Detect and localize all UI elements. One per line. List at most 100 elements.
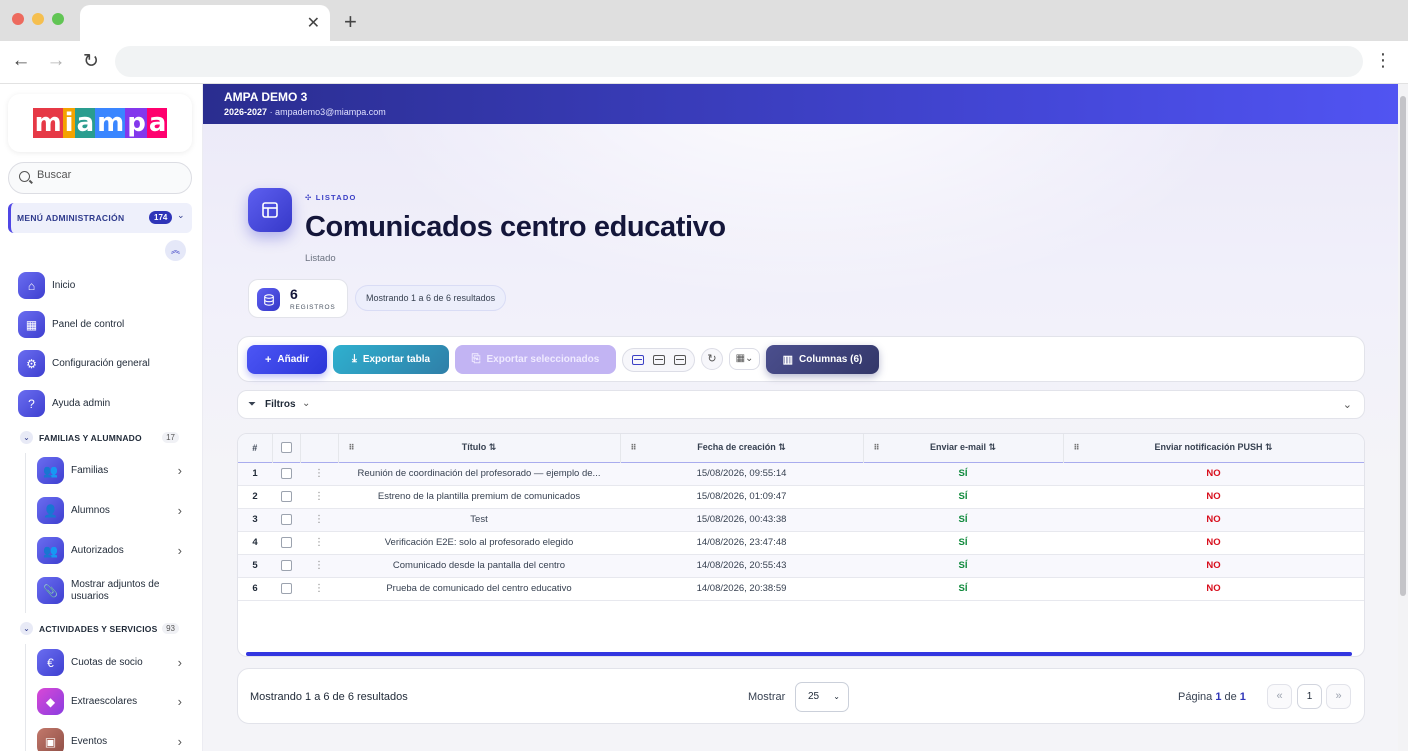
- chevron-down-icon: ⌄: [302, 398, 311, 409]
- export-selected-button[interactable]: ⎘ Exportar seleccionados: [455, 345, 616, 374]
- select-all-checkbox[interactable]: [280, 442, 292, 454]
- table-row[interactable]: 2 ⋮ Estreno de la plantilla premium de c…: [238, 485, 1364, 508]
- chevron-right-icon: ›: [177, 463, 182, 478]
- columns-button[interactable]: ▥ Columnas (6): [766, 345, 879, 374]
- page-of: de: [1221, 691, 1240, 703]
- search-box[interactable]: [8, 162, 192, 194]
- page-scrollbar[interactable]: [1398, 84, 1408, 751]
- sidebar-item-alumnos[interactable]: 👤 Alumnos ›: [37, 497, 187, 524]
- logo-letter: a: [74, 108, 96, 138]
- drag-handle-icon[interactable]: ⠿: [874, 443, 880, 452]
- filters-label: Filtros: [265, 399, 296, 410]
- sidebar-item-eventos[interactable]: ▣ Eventos ›: [37, 728, 187, 751]
- section-label: FAMILIAS Y ALUMNADO: [39, 432, 142, 443]
- density-normal-icon[interactable]: [652, 355, 665, 365]
- drag-handle-icon[interactable]: ⠿: [631, 443, 637, 452]
- url-field[interactable]: [115, 46, 1363, 77]
- cell-title: Prueba de comunicado del centro educativ…: [386, 583, 572, 594]
- page-size-value: 25: [808, 691, 820, 702]
- collapse-all-icon[interactable]: ︽: [165, 240, 186, 261]
- sidebar-item-panel-control[interactable]: ▦ Panel de control: [18, 311, 193, 338]
- table-row[interactable]: 5 ⋮ Comunicado desde la pantalla del cen…: [238, 554, 1364, 577]
- current-page-button[interactable]: 1: [1297, 684, 1322, 709]
- col-header-label: Enviar e-mail ⇅: [929, 442, 997, 453]
- window-minimize-dot[interactable]: [32, 13, 44, 25]
- window-maximize-dot[interactable]: [52, 13, 64, 25]
- sidebar-item-autorizados[interactable]: 👥 Autorizados ›: [37, 537, 187, 564]
- browser-tab[interactable]: ✕: [80, 5, 330, 41]
- cell-title: Reunión de coordinación del profesorado …: [357, 468, 601, 479]
- sidebar-item-extraescolares[interactable]: ◆ Extraescolares ›: [37, 688, 187, 715]
- row-checkbox[interactable]: [280, 582, 292, 594]
- col-header-push[interactable]: ⠿ Enviar notificación PUSH ⇅: [1063, 434, 1364, 462]
- page-size-select[interactable]: 25 ⌄: [795, 682, 849, 712]
- admin-menu-toggle[interactable]: MENÚ ADMINISTRACIÓN 174 ⌄: [8, 203, 192, 233]
- org-details: 2026-2027 · ampademo3@miampa.com: [224, 107, 386, 117]
- table-row[interactable]: 1 ⋮ Reunión de coordinación del profesor…: [238, 462, 1364, 485]
- row-checkbox[interactable]: [280, 467, 292, 479]
- drag-handle-icon[interactable]: ⠿: [349, 443, 355, 452]
- new-tab-icon[interactable]: +: [344, 9, 357, 35]
- sidebar-item-familias[interactable]: 👥 Familias ›: [37, 457, 187, 484]
- filters-bar[interactable]: ⏷ Filtros ⌄ ⌄: [237, 390, 1365, 419]
- sidebar-item-adjuntos[interactable]: 📎 Mostrar adjuntos de usuarios: [37, 577, 187, 604]
- row-checkbox[interactable]: [280, 490, 292, 502]
- sidebar: miampa MENÚ ADMINISTRACIÓN 174 ⌄ ︽ ⌂ Ini…: [0, 84, 203, 751]
- school-year: 2026-2027: [224, 107, 268, 117]
- chevron-right-icon: ›: [177, 734, 182, 749]
- row-menu-icon[interactable]: ⋮: [300, 577, 338, 600]
- sidebar-item-ayuda-admin[interactable]: ? Ayuda admin: [18, 390, 193, 417]
- row-checkbox[interactable]: [280, 559, 292, 571]
- cell-push: NO: [1206, 491, 1221, 502]
- row-menu-icon[interactable]: ⋮: [300, 485, 338, 508]
- tab-close-icon[interactable]: ✕: [307, 13, 320, 33]
- download-icon: ⤓: [351, 353, 357, 365]
- horizontal-scrollbar[interactable]: [246, 652, 1352, 656]
- calendar-icon: ▣: [37, 728, 64, 751]
- chevron-down-icon: ⌄: [177, 210, 185, 220]
- density-compact-icon[interactable]: [631, 355, 644, 365]
- row-menu-icon[interactable]: ⋮: [300, 554, 338, 577]
- table-row[interactable]: 4 ⋮ Verificación E2E: solo al profesorad…: [238, 531, 1364, 554]
- browser-menu-icon[interactable]: ⋮: [1374, 50, 1392, 71]
- add-button[interactable]: + Añadir: [247, 345, 327, 374]
- sidebar-item-inicio[interactable]: ⌂ Inicio: [18, 272, 193, 299]
- forward-icon[interactable]: →: [45, 50, 67, 72]
- density-toggle: [622, 348, 695, 372]
- cell-email: SÍ: [958, 514, 968, 525]
- columns-button-label: Columnas (6): [799, 354, 863, 365]
- export-table-button[interactable]: ⤓ Exportar tabla: [333, 345, 449, 374]
- row-checkbox[interactable]: [280, 536, 292, 548]
- chevron-down-icon[interactable]: ⌄: [1343, 398, 1352, 411]
- row-checkbox[interactable]: [280, 513, 292, 525]
- section-familias-alumnado[interactable]: ⌄ FAMILIAS Y ALUMNADO 17: [20, 431, 185, 444]
- reload-icon[interactable]: ↻: [80, 50, 102, 73]
- main-content: AMPA DEMO 3 2026-2027 · ampademo3@miampa…: [203, 84, 1398, 751]
- prev-page-button[interactable]: «: [1267, 684, 1292, 709]
- browser-tab-bar: ✕ +: [0, 0, 1408, 41]
- back-icon[interactable]: ←: [10, 50, 32, 72]
- col-header-created[interactable]: ⠿ Fecha de creación ⇅: [620, 434, 864, 462]
- section-actividades-servicios[interactable]: ⌄ ACTIVIDADES Y SERVICIOS 93: [20, 622, 185, 635]
- row-menu-icon[interactable]: ⋮: [300, 462, 338, 485]
- scrollbar-thumb[interactable]: [1400, 96, 1406, 596]
- logo-card[interactable]: miampa: [8, 94, 192, 152]
- row-menu-icon[interactable]: ⋮: [300, 531, 338, 554]
- table-row[interactable]: 6 ⋮ Prueba de comunicado del centro educ…: [238, 577, 1364, 600]
- search-input[interactable]: [37, 169, 187, 181]
- grid-view-icon[interactable]: ▦⌄: [729, 348, 760, 370]
- col-header-label: Título ⇅: [461, 442, 497, 453]
- col-header-title[interactable]: ⠿ Título ⇅: [338, 434, 621, 462]
- sidebar-item-cuotas[interactable]: € Cuotas de socio ›: [37, 649, 187, 676]
- col-header-actions: [300, 434, 339, 462]
- density-wide-icon[interactable]: [673, 355, 686, 365]
- window-close-dot[interactable]: [12, 13, 24, 25]
- cell-title: Comunicado desde la pantalla del centro: [392, 560, 566, 571]
- drag-handle-icon[interactable]: ⠿: [1074, 443, 1080, 452]
- row-menu-icon[interactable]: ⋮: [300, 508, 338, 531]
- sidebar-item-configuracion[interactable]: ⚙ Configuración general: [18, 350, 193, 377]
- table-row[interactable]: 3 ⋮ Test 15/08/2026, 00:43:38 SÍ NO: [238, 508, 1364, 531]
- reset-icon[interactable]: ↻: [701, 348, 723, 370]
- col-header-email[interactable]: ⠿ Enviar e-mail ⇅: [863, 434, 1064, 462]
- next-page-button[interactable]: »: [1326, 684, 1351, 709]
